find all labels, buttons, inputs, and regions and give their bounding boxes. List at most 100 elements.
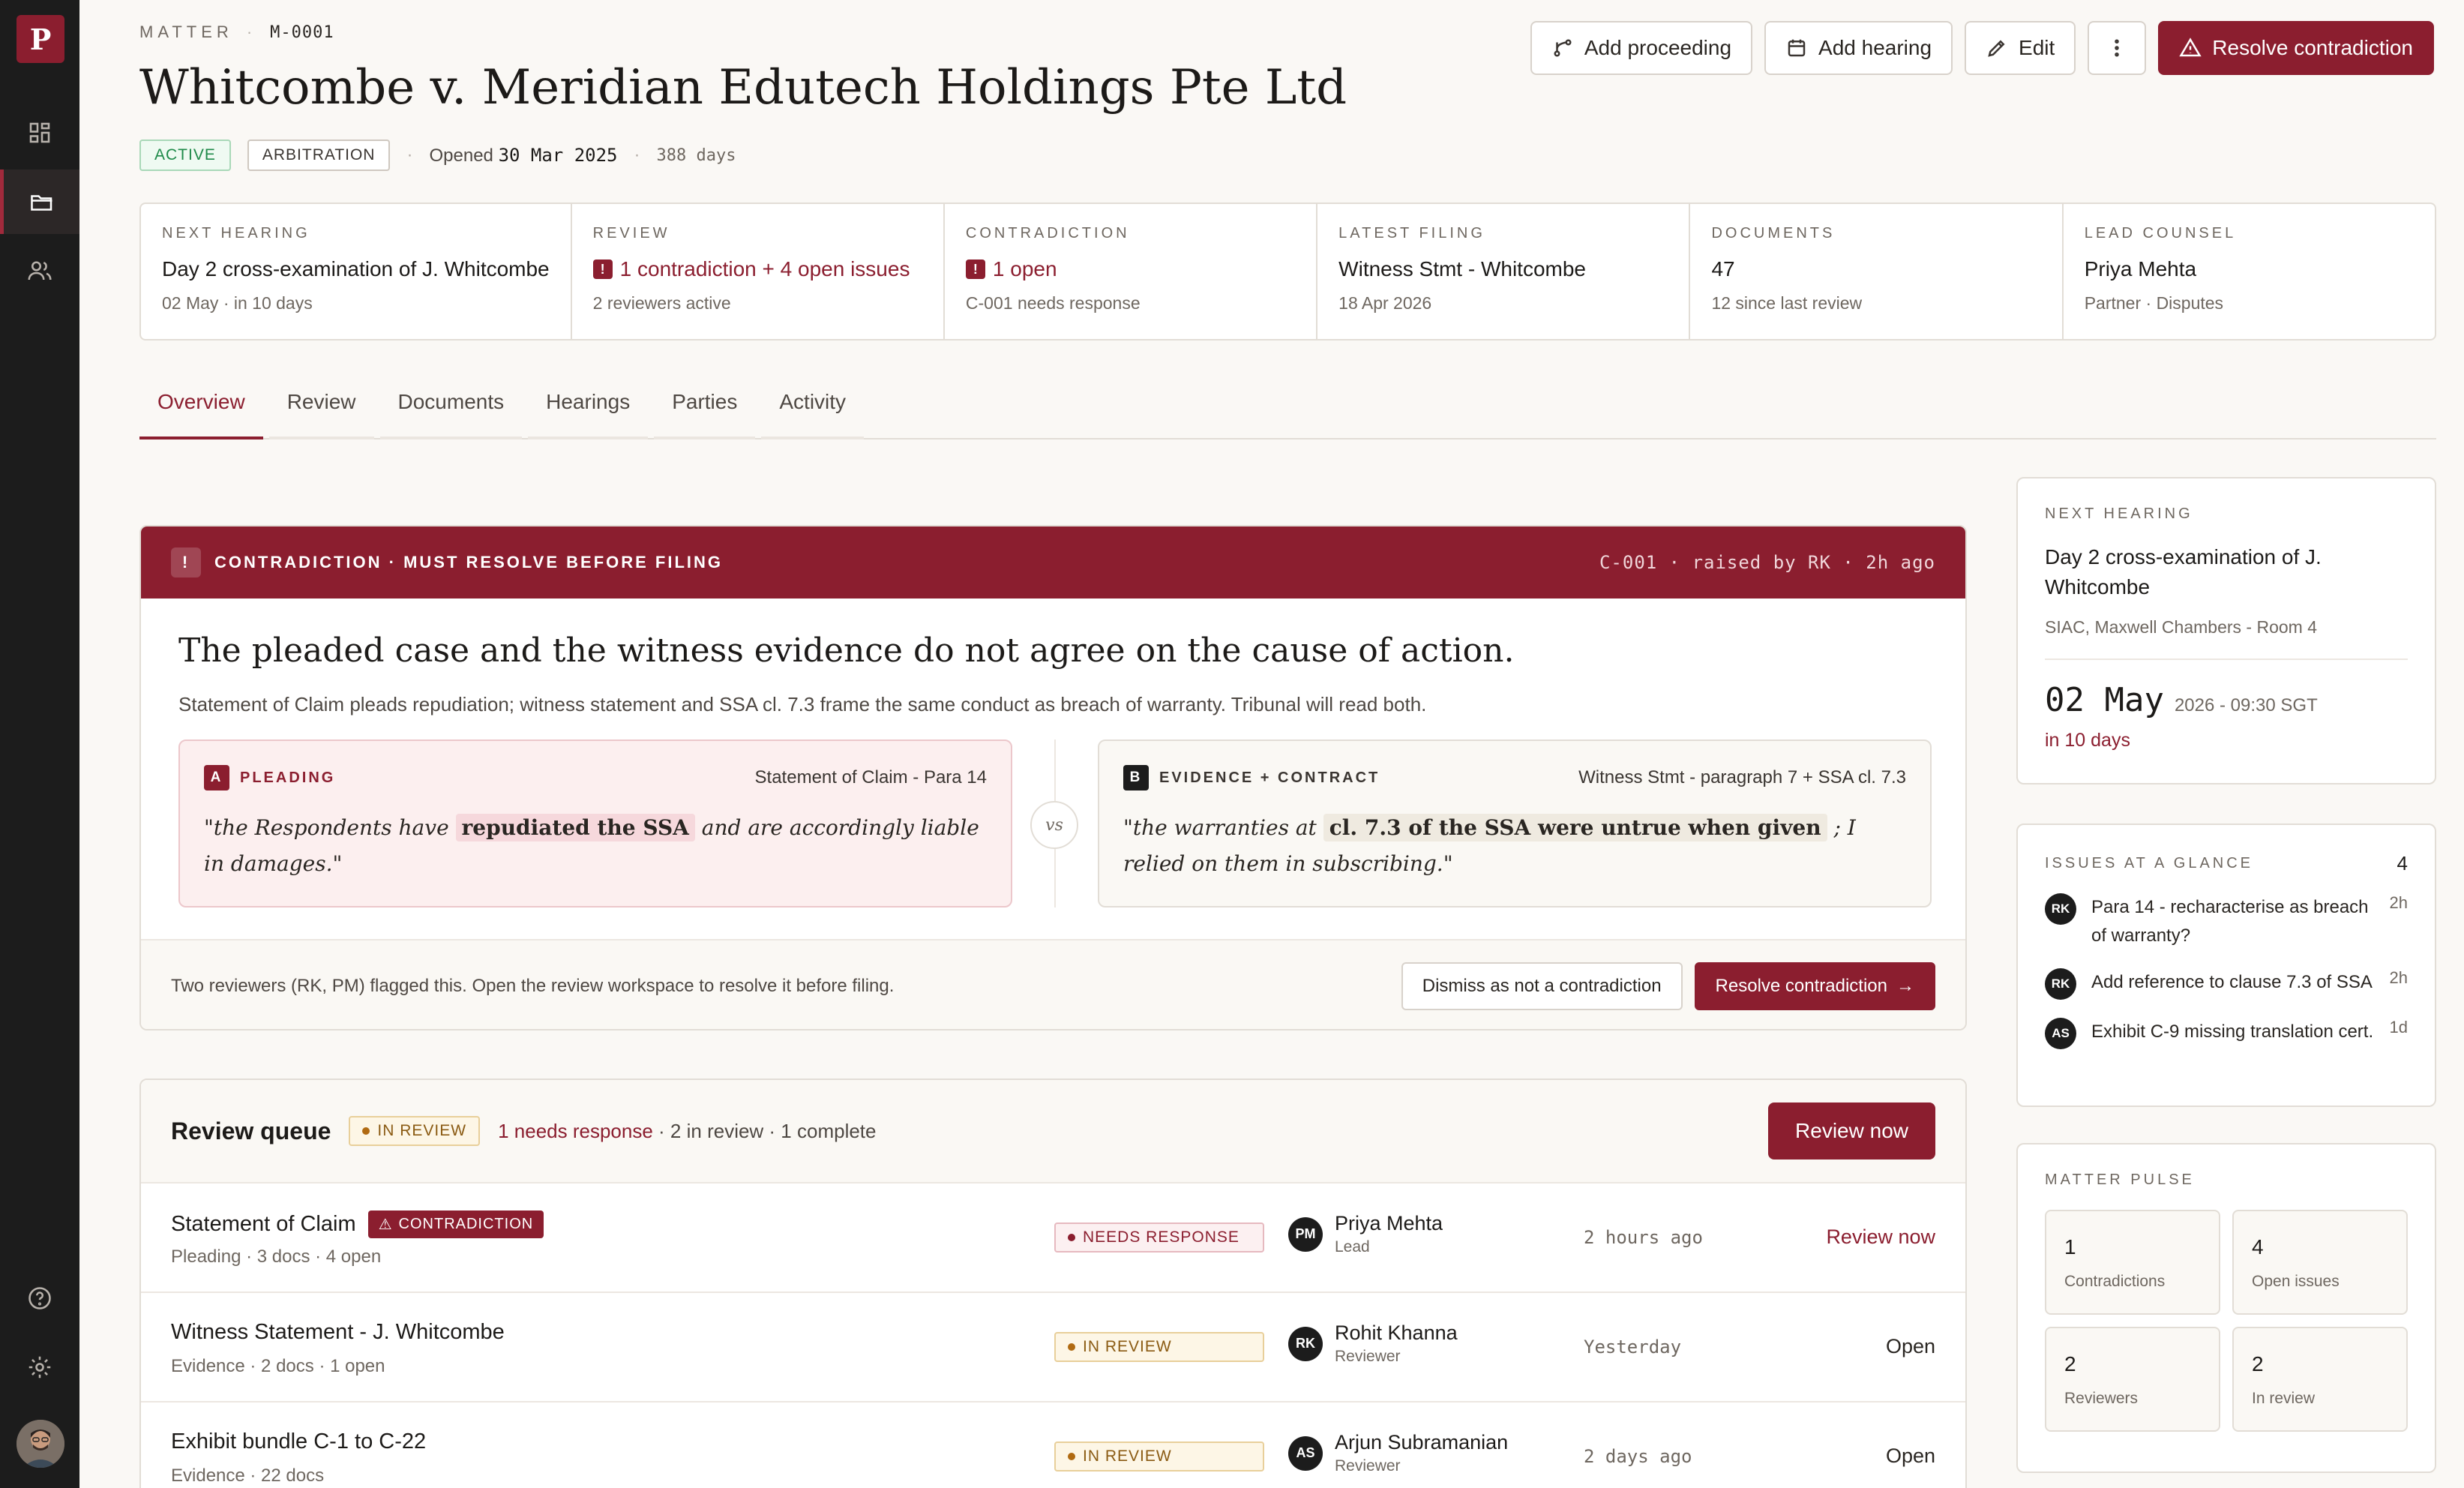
row-desc: Pleading · 3 docs · 4 open [171,1246,382,1267]
stat-latest-filing[interactable]: LATEST FILING Witness Stmt - Whitcombe 1… [1317,204,1691,339]
edit-label: Edit [2019,36,2055,59]
quote-source: Witness Stmt - paragraph 7 + SSA cl. 7.3 [1578,767,1906,788]
pleading-quote-card[interactable]: A PLEADING Statement of Claim - Para 14 … [178,740,1012,908]
stat-review[interactable]: REVIEW ! 1 contradiction + 4 open issues … [572,204,945,339]
quote-kind: A PLEADING [204,765,335,790]
versus-marker: vs [1030,801,1078,849]
avatar: RK [1288,1326,1323,1361]
help-nav-button[interactable] [0,1266,79,1330]
dashboard-icon [29,122,50,143]
evidence-quote-card[interactable]: B EVIDENCE + CONTRACT Witness Stmt - par… [1098,740,1932,908]
users-icon [28,261,52,280]
add-proceeding-button[interactable]: Add proceeding [1530,21,1753,75]
matter-id: M-0001 [270,22,334,42]
review-queue-title: Review queue [171,1117,331,1144]
tab-overview[interactable]: Overview [139,375,263,440]
matter-header: MATTER · M-0001 [139,22,334,42]
tab-review[interactable]: Review [268,375,374,440]
pulse-label: Contradictions [2064,1273,2166,1290]
edit-button[interactable]: Edit [1965,21,2076,75]
stat-next-hearing[interactable]: NEXT HEARING Day 2 cross-examination of … [141,204,572,339]
stat-value: 47 [1711,257,1735,280]
add-hearing-label: Add hearing [1818,36,1932,59]
alert-icon: ! [592,260,613,279]
row-assignee: RK Rohit Khanna Reviewer [1288,1322,1458,1366]
row-time: Yesterday [1584,1336,1682,1358]
row-time: 2 days ago [1584,1446,1692,1467]
quote-source: Statement of Claim - Para 14 [754,767,987,788]
dismiss-button[interactable]: Dismiss as not a contradiction [1401,962,1683,1010]
settings-nav-button[interactable] [0,1335,79,1400]
review-now-button[interactable]: Review now [1768,1102,1935,1160]
contradiction-footer: Two reviewers (RK, PM) flagged this. Ope… [141,939,1965,1029]
row-time: 2 hours ago [1584,1227,1703,1248]
contradiction-banner-label: CONTRADICTION · MUST RESOLVE BEFORE FILI… [214,553,724,572]
tab-documents[interactable]: Documents [379,375,523,440]
resolve-label: Resolve contradiction [1715,976,1887,996]
resolve-contradiction-button[interactable]: Resolve contradiction → [1694,962,1935,1010]
dashboard-nav-button[interactable] [0,100,79,165]
row-name: Exhibit bundle C-1 to C-22 [171,1430,426,1454]
issue-text: Para 14 - recharacterise as breach of wa… [2091,897,2369,946]
contradiction-footer-actions: Dismiss as not a contradiction Resolve c… [1401,962,1935,1010]
more-menu-button[interactable] [2088,21,2147,75]
row-desc: Evidence · 2 docs · 1 open [171,1356,385,1376]
matter-meta: ACTIVE ARBITRATION · Opened 30 Mar 2025 … [139,140,736,171]
separator-dot: · [406,145,413,165]
header-actions: Add proceeding Add hearing Edit Resolve … [1530,21,2434,75]
pulse-value: 1 [2064,1235,2076,1258]
stat-sub: Partner · Disputes [2084,293,2224,313]
stat-documents[interactable]: DOCUMENTS 47 12 since last review [1690,204,2064,339]
tab-parties[interactable]: Parties [654,375,756,440]
matters-nav-button[interactable] [0,170,79,234]
status-badge: NEEDS RESPONSE [1054,1222,1264,1252]
pulse-cell-in-review[interactable]: 2 In review [2232,1327,2408,1432]
pulse-label: In review [2252,1390,2316,1407]
issue-item[interactable]: RK Para 14 - recharacterise as breach of… [2045,893,2408,950]
table-row[interactable]: Witness Statement - J. Whitcombe Evidenc… [141,1293,1965,1402]
add-hearing-button[interactable]: Add hearing [1764,21,1953,75]
pulse-label: Reviewers [2064,1390,2139,1407]
issue-item[interactable]: RK Add reference to clause 7.3 of SSA 2h [2045,968,2408,1000]
matter-pulse-card: MATTER PULSE 1 Contradictions 4 Open issue… [2016,1143,2436,1473]
next-hearing-card[interactable]: NEXT HEARING Day 2 cross-examination of … [2016,477,2436,784]
quote-kind: B EVIDENCE + CONTRACT [1123,765,1380,790]
pulse-cell-contradictions[interactable]: 1 Contradictions [2045,1210,2220,1315]
stat-value: ! 1 contradiction + 4 open issues [592,257,922,281]
avatar: AS [2045,1018,2076,1049]
stat-lead-counsel[interactable]: LEAD COUNSEL Priya Mehta Partner · Dispu… [2064,204,2435,339]
tab-activity[interactable]: Activity [761,375,865,440]
table-row[interactable]: Statement of Claim ⚠ CONTRADICTION Pleadi… [141,1184,1965,1293]
row-status: NEEDS RESPONSE [1054,1222,1264,1252]
review-queue-card: Review queue IN REVIEW 1 needs response … [139,1078,1967,1488]
summary-needs-response: 1 needs response [498,1119,653,1142]
user-avatar[interactable] [16,1420,64,1468]
status-badge: ACTIVE [139,140,231,171]
stat-label: DOCUMENTS [1711,225,1836,242]
assignee-role: Lead [1335,1238,1370,1256]
row-action-link[interactable]: Review now [1826,1226,1935,1249]
matter-eyebrow: MATTER · M-0001 [139,22,334,42]
contradiction-banner-left: ! CONTRADICTION · MUST RESOLVE BEFORE FI… [171,548,723,578]
stat-contradiction[interactable]: CONTRADICTION ! 1 open C-001 needs respon… [945,204,1318,339]
stat-sub: 12 since last review [1711,293,1863,313]
tab-hearings[interactable]: Hearings [528,375,649,440]
card-label: NEXT HEARING [2045,506,2193,522]
pulse-cell-reviewers[interactable]: 2 Reviewers [2045,1327,2220,1432]
stat-value: Priya Mehta [2084,257,2197,280]
row-action-link[interactable]: Open [1886,1335,1935,1358]
sidebar: P [0,0,79,1488]
people-nav-button[interactable] [0,238,79,303]
resolve-contradiction-header-button[interactable]: Resolve contradiction [2158,21,2434,75]
summary-rest: · 2 in review · 1 complete [658,1119,877,1142]
stat-label: CONTRADICTION [965,225,1130,242]
quote-badge: B [1123,765,1149,790]
table-row[interactable]: Exhibit bundle C-1 to C-22 Evidence · 22… [141,1402,1965,1488]
assignee-name: Priya Mehta [1335,1212,1443,1234]
hearing-time: 2026 - 09:30 SGT [2174,695,2318,716]
hearing-countdown: in 10 days [2045,730,2130,751]
issue-item[interactable]: AS Exhibit C-9 missing translation cert.… [2045,1018,2408,1049]
row-action-link[interactable]: Open [1886,1444,1935,1468]
pulse-cell-open-issues[interactable]: 4 Open issues [2232,1210,2408,1315]
status-label: NEEDS RESPONSE [1083,1228,1239,1246]
